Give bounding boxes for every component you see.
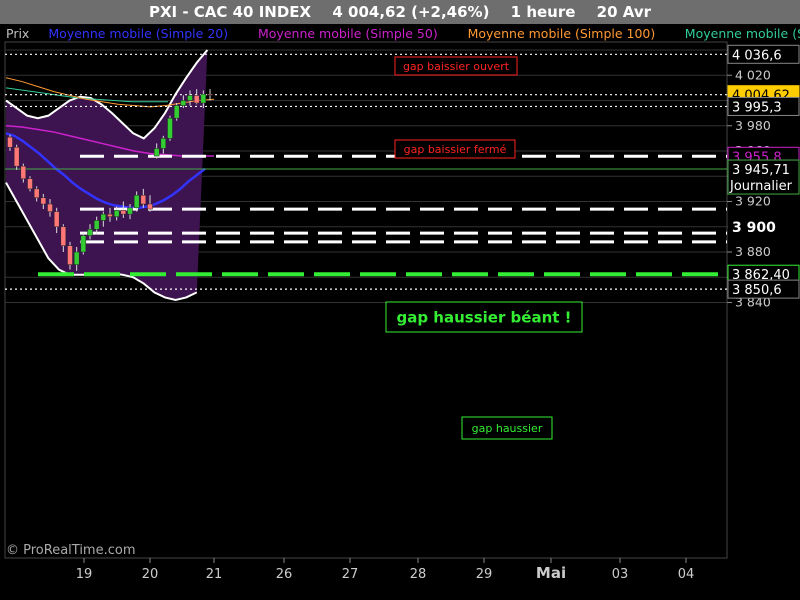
candle-body[interactable] <box>40 197 47 205</box>
legend-item-1: Moyenne mobile (Simple 20) <box>48 26 228 41</box>
candle-body[interactable] <box>153 148 160 157</box>
x-tick-label: 28 <box>410 567 427 582</box>
candle-body[interactable] <box>193 95 200 104</box>
annotation-text: gap baissier fermé <box>404 143 507 156</box>
x-tick-label: 26 <box>276 567 293 582</box>
candle-body[interactable] <box>140 194 147 205</box>
candle-body[interactable] <box>33 188 40 198</box>
annotation-text: gap haussier <box>472 422 543 435</box>
candle-body[interactable] <box>167 117 173 139</box>
candle-body[interactable] <box>160 138 167 149</box>
candle-body[interactable] <box>47 203 53 212</box>
y-tick-label: 3 880 <box>735 244 771 259</box>
candle-body[interactable] <box>60 226 67 246</box>
candle-body[interactable] <box>13 146 20 167</box>
legend-item-2: Moyenne mobile (Simple 50) <box>258 26 438 41</box>
candle-body[interactable] <box>207 93 213 96</box>
candle-body[interactable] <box>100 213 107 221</box>
candle-body[interactable] <box>127 207 133 215</box>
x-tick-label: 21 <box>206 567 223 582</box>
x-tick-label: 04 <box>678 567 695 582</box>
legend-item-3: Moyenne mobile (Simple 100) <box>468 26 656 41</box>
candle-body[interactable] <box>80 235 87 253</box>
candle-body[interactable] <box>173 105 180 119</box>
candle-body[interactable] <box>180 100 187 106</box>
x-tick-label: 29 <box>476 567 493 582</box>
x-tick-label: 20 <box>142 567 159 582</box>
price-sublabel: Journalier <box>729 179 793 194</box>
candle-body[interactable] <box>133 194 140 209</box>
price-label: 3 945,71 <box>732 163 790 178</box>
candle-body[interactable] <box>20 165 27 180</box>
candle-body[interactable] <box>53 211 60 228</box>
candle-body[interactable] <box>107 213 113 217</box>
candle-body[interactable] <box>67 245 73 265</box>
bollinger-band-fill <box>6 50 208 300</box>
legend-item-4: Moyenne mobile (Simple 200) <box>685 26 800 41</box>
candle-body[interactable] <box>93 220 100 230</box>
y-tick-label: 3 920 <box>735 194 771 209</box>
x-tick-label: 03 <box>612 567 629 582</box>
candle-body[interactable] <box>73 251 80 265</box>
price-chart[interactable]: Prix Moyenne mobile (Simple 20) Moyenne mo… <box>0 0 800 600</box>
candle-body[interactable] <box>27 178 33 190</box>
price-label: 3 850,6 <box>732 283 782 298</box>
candle-body[interactable] <box>200 93 207 104</box>
candle-body[interactable] <box>120 210 127 215</box>
price-label: 3 900 <box>732 220 776 236</box>
price-label: 4 036,6 <box>732 48 782 63</box>
legend-item-0: Prix <box>6 26 29 41</box>
candle-body[interactable] <box>87 229 93 236</box>
y-tick-label: 3 980 <box>735 118 771 133</box>
x-tick-label: 27 <box>342 567 359 582</box>
y-tick-label: 4 020 <box>735 67 771 82</box>
x-tick-label: 19 <box>76 567 93 582</box>
price-label: 3 995,3 <box>732 100 782 115</box>
annotation-text: gap haussier béant ! <box>396 308 571 326</box>
x-tick-label: Mai <box>536 564 566 582</box>
watermark: © ProRealTime.com <box>6 543 136 558</box>
candle-body[interactable] <box>187 95 193 101</box>
candle-body[interactable] <box>147 203 153 210</box>
candle-body[interactable] <box>113 210 120 217</box>
candle-body[interactable] <box>7 136 13 148</box>
annotation-text: gap baissier ouvert <box>403 60 510 73</box>
